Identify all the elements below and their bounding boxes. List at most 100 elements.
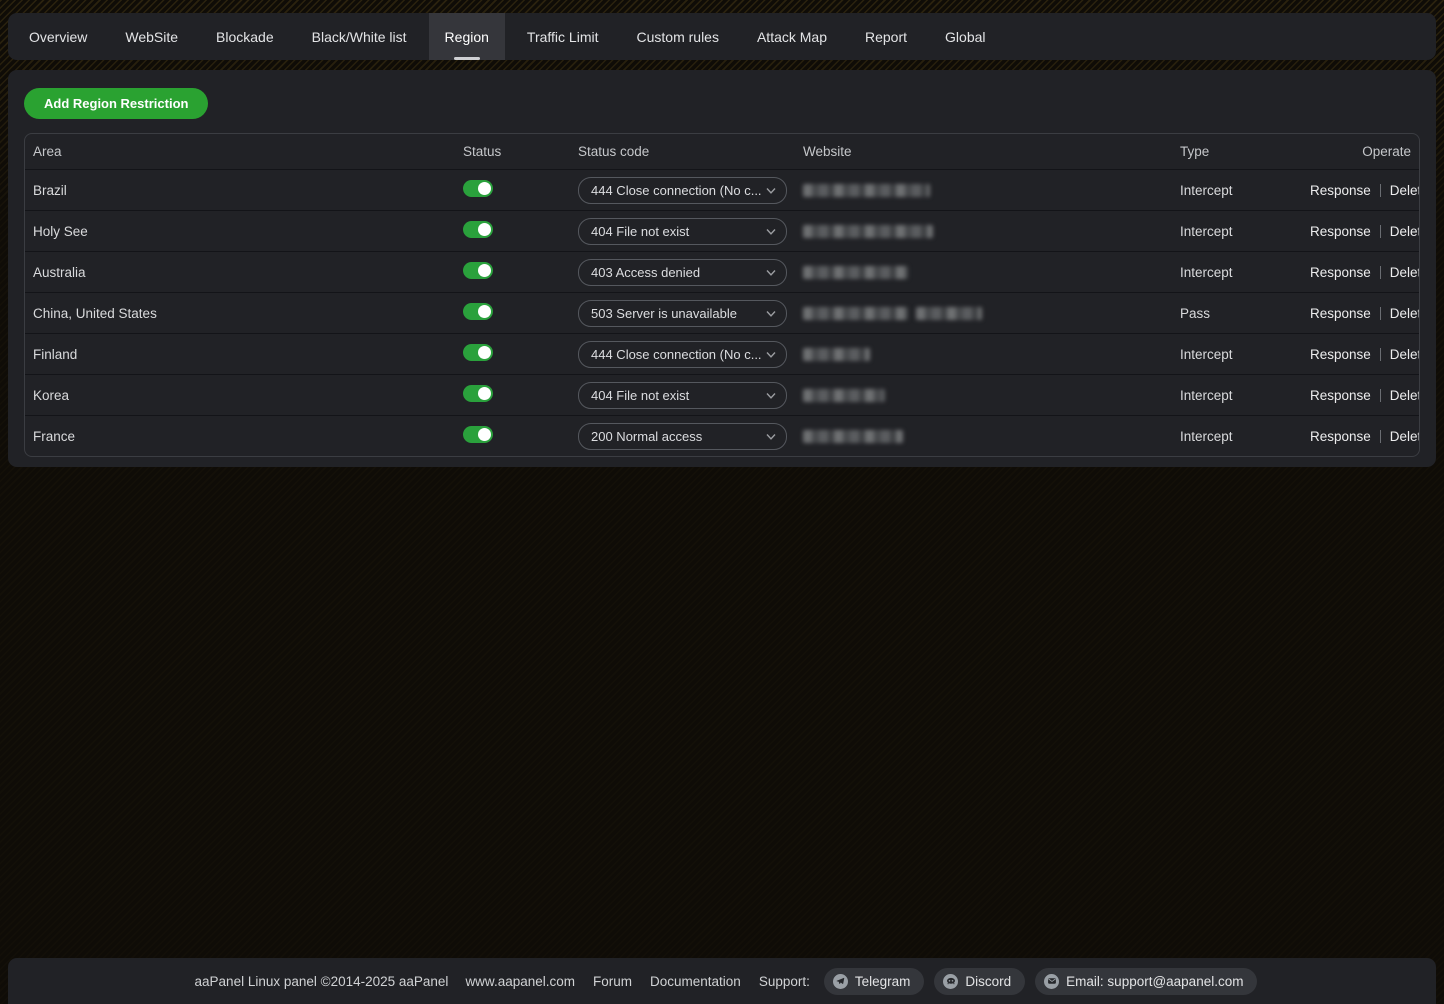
delete-link[interactable]: Delete [1390,183,1420,198]
tab-region[interactable]: Region [429,13,505,60]
status-code-select[interactable]: 503 Server is unavailable [578,300,787,327]
type-cell: Intercept [1180,388,1310,403]
table-row: France 200 Normal access Intercept Respo… [25,415,1419,456]
toggle-knob [478,182,491,195]
website-masked [803,430,903,443]
delete-link[interactable]: Delete [1390,224,1420,239]
toggle-knob [478,305,491,318]
table-row: Holy See 404 File not exist Intercept Re… [25,210,1419,251]
region-table: Area Status Status code Website Type Ope… [24,133,1420,457]
delete-link[interactable]: Delete [1390,347,1420,362]
status-code-select[interactable]: 444 Close connection (No c... [578,341,787,368]
status-toggle[interactable] [463,385,493,402]
discord-button[interactable]: Discord [934,968,1025,995]
website-masked [803,348,870,361]
type-cell: Intercept [1180,224,1310,239]
website-masked [803,266,908,279]
chevron-down-icon [766,351,776,359]
area-cell: Brazil [33,183,463,198]
discord-label: Discord [965,974,1011,989]
footer-bar: aaPanel Linux panel ©2014-2025 aaPanel w… [8,958,1436,1004]
tab-black-white-list[interactable]: Black/White list [296,13,423,60]
website-masked [803,184,930,197]
table-row: Finland 444 Close connection (No c... In… [25,333,1419,374]
response-link[interactable]: Response [1310,347,1371,362]
website-masked [803,389,885,402]
delete-link[interactable]: Delete [1390,429,1420,444]
header-operate: Operate [1310,144,1411,159]
support-label: Support: [759,974,810,989]
status-toggle[interactable] [463,426,493,443]
table-row: Brazil 444 Close connection (No c... Int… [25,169,1419,210]
status-toggle[interactable] [463,221,493,238]
header-area: Area [33,144,463,159]
status-code-value: 403 Access denied [591,265,700,280]
area-cell: China, United States [33,306,463,321]
type-cell: Pass [1180,306,1310,321]
status-code-value: 200 Normal access [591,429,702,444]
response-link[interactable]: Response [1310,183,1371,198]
area-cell: Australia [33,265,463,280]
operate-divider [1380,430,1381,443]
status-code-select[interactable]: 403 Access denied [578,259,787,286]
delete-link[interactable]: Delete [1390,265,1420,280]
tab-attack-map[interactable]: Attack Map [741,13,843,60]
region-panel: Add Region Restriction Area Status Statu… [8,70,1436,467]
tab-traffic-limit[interactable]: Traffic Limit [511,13,615,60]
toggle-knob [478,223,491,236]
telegram-icon [833,974,848,989]
website-masked [916,307,982,320]
response-link[interactable]: Response [1310,306,1371,321]
forum-link[interactable]: Forum [593,974,632,989]
status-toggle[interactable] [463,303,493,320]
response-link[interactable]: Response [1310,429,1371,444]
response-link[interactable]: Response [1310,388,1371,403]
status-toggle[interactable] [463,180,493,197]
tab-overview[interactable]: Overview [13,13,103,60]
area-cell: Korea [33,388,463,403]
chevron-down-icon [766,228,776,236]
status-code-value: 503 Server is unavailable [591,306,737,321]
tab-website[interactable]: WebSite [109,13,194,60]
table-header-row: Area Status Status code Website Type Ope… [25,134,1419,169]
status-toggle[interactable] [463,262,493,279]
operate-divider [1380,307,1381,320]
waf-tab-bar: Overview WebSite Blockade Black/White li… [8,13,1436,60]
documentation-link[interactable]: Documentation [650,974,741,989]
status-code-select[interactable]: 444 Close connection (No c... [578,177,787,204]
email-support-button[interactable]: Email: support@aapanel.com [1035,968,1257,995]
header-website: Website [803,144,1180,159]
tab-global[interactable]: Global [929,13,1001,60]
response-link[interactable]: Response [1310,224,1371,239]
area-cell: Holy See [33,224,463,239]
tab-report[interactable]: Report [849,13,923,60]
tab-custom-rules[interactable]: Custom rules [621,13,735,60]
status-code-value: 444 Close connection (No c... [591,347,762,362]
add-region-restriction-button[interactable]: Add Region Restriction [24,88,208,119]
toggle-knob [478,428,491,441]
operate-divider [1380,348,1381,361]
delete-link[interactable]: Delete [1390,306,1420,321]
telegram-label: Telegram [855,974,911,989]
status-code-select[interactable]: 404 File not exist [578,218,787,245]
delete-link[interactable]: Delete [1390,388,1420,403]
telegram-button[interactable]: Telegram [824,968,925,995]
table-row: China, United States 503 Server is unava… [25,292,1419,333]
status-code-value: 444 Close connection (No c... [591,183,762,198]
chevron-down-icon [766,433,776,441]
chevron-down-icon [766,187,776,195]
status-toggle[interactable] [463,344,493,361]
table-row: Australia 403 Access denied Intercept Re… [25,251,1419,292]
aapanel-site-link[interactable]: www.aapanel.com [465,974,575,989]
website-masked [803,225,933,238]
status-code-select[interactable]: 200 Normal access [578,423,787,450]
header-status-code: Status code [578,144,803,159]
response-link[interactable]: Response [1310,265,1371,280]
website-masked [803,307,908,320]
chevron-down-icon [766,269,776,277]
status-code-select[interactable]: 404 File not exist [578,382,787,409]
operate-divider [1380,184,1381,197]
tab-blockade[interactable]: Blockade [200,13,290,60]
toggle-knob [478,264,491,277]
toggle-knob [478,346,491,359]
